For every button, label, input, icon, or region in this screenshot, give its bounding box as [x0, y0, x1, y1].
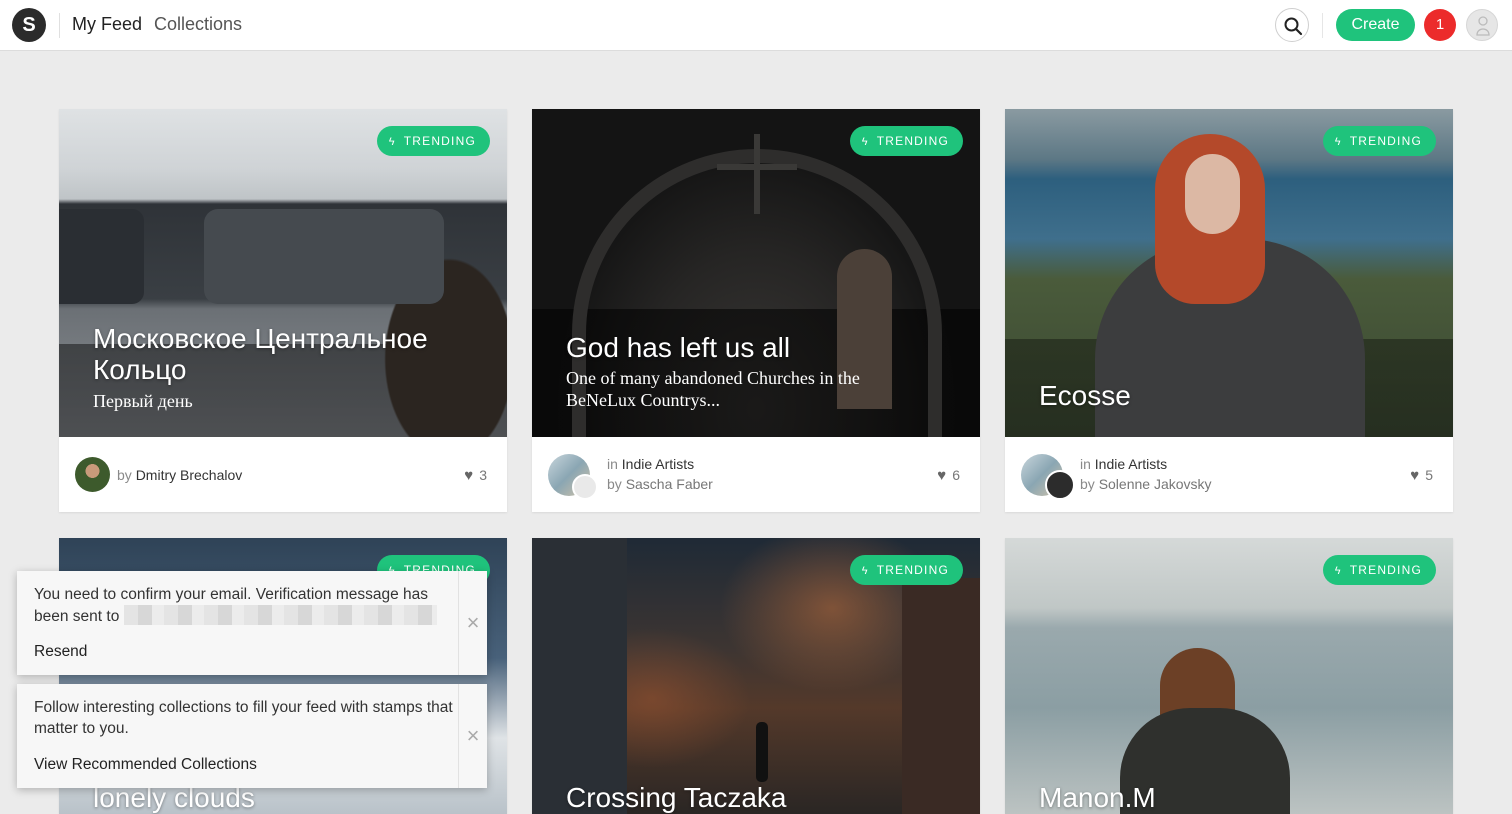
trending-label: TRENDING	[403, 134, 476, 148]
building	[902, 578, 980, 814]
like-count: 5	[1425, 467, 1433, 483]
author-avatar[interactable]	[75, 457, 110, 492]
email-confirmation-toast: You need to confirm your email. Verifica…	[17, 571, 487, 675]
card-title: Московское Центральное Кольцо	[93, 323, 428, 385]
search-button[interactable]	[1275, 8, 1309, 42]
person-face	[1185, 154, 1240, 234]
card-footer: in Indie Artists by Solenne Jakovsky ♥ 5	[1005, 437, 1453, 512]
trending-label: TRENDING	[1349, 134, 1422, 148]
building	[532, 538, 627, 814]
user-avatar-button[interactable]	[1466, 9, 1498, 41]
trending-badge: ϟ TRENDING	[1322, 555, 1436, 585]
cross-icon	[717, 164, 797, 170]
heart-icon[interactable]: ♥	[464, 467, 473, 484]
app-logo[interactable]: S	[12, 8, 46, 42]
header-divider	[1322, 13, 1323, 38]
card-subtitle: One of many abandoned Churches in the Be…	[566, 368, 860, 410]
train-window	[59, 209, 144, 304]
card-cover-image[interactable]: ϟ TRENDING Crossing Taczaka	[532, 538, 980, 814]
card-subtitle: Первый день	[93, 391, 193, 411]
like-count: 6	[952, 467, 960, 483]
author-link[interactable]: Dmitry Brechalov	[136, 467, 243, 483]
card-footer: by Dmitry Brechalov ♥ 3	[59, 437, 507, 512]
nav-collections[interactable]: Collections	[154, 14, 242, 35]
card-title: Manon.M	[1039, 782, 1156, 813]
stamp-card[interactable]: ϟ TRENDING God has left us all One of man…	[532, 109, 980, 512]
stamp-card[interactable]: ϟ TRENDING Crossing Taczaka	[532, 538, 980, 814]
author-prefix: by	[607, 476, 622, 492]
toast-message: You need to confirm your email. Verifica…	[34, 584, 454, 627]
trending-label: TRENDING	[876, 134, 949, 148]
toast-divider	[458, 571, 459, 675]
view-recommended-collections-link[interactable]: View Recommended Collections	[34, 756, 257, 774]
author-prefix: by	[1080, 476, 1095, 492]
cross-icon	[754, 134, 760, 214]
nav-my-feed[interactable]: My Feed	[72, 14, 142, 35]
stamp-card[interactable]: ϟ TRENDING Ecosse in Indie Artists by Sol…	[1005, 109, 1453, 512]
heart-icon[interactable]: ♥	[1410, 467, 1419, 484]
close-icon[interactable]: ×	[464, 612, 482, 634]
author-prefix: by	[117, 467, 132, 483]
trending-label: TRENDING	[1349, 563, 1422, 577]
card-footer: in Indie Artists by Sascha Faber ♥ 6	[532, 437, 980, 512]
like-counter[interactable]: ♥ 6	[937, 467, 960, 484]
trending-badge: ϟ TRENDING	[849, 126, 963, 156]
card-title: God has left us all	[566, 332, 791, 363]
collection-line: in Indie Artists	[607, 456, 694, 472]
like-counter[interactable]: ♥ 5	[1410, 467, 1433, 484]
card-cover-image[interactable]: ϟ TRENDING Ecosse	[1005, 109, 1453, 437]
collection-prefix: in	[1080, 456, 1091, 472]
card-cover-image[interactable]: ϟ TRENDING Московское Центральное Кольцо …	[59, 109, 507, 437]
card-title: Ecosse	[1039, 380, 1131, 411]
stamp-card[interactable]: ϟ TRENDING Manon.M	[1005, 538, 1453, 814]
card-cover-image[interactable]: ϟ TRENDING God has left us all One of man…	[532, 109, 980, 437]
card-title: Crossing Taczaka	[566, 782, 787, 813]
trending-badge: ϟ TRENDING	[1322, 126, 1436, 156]
author-link[interactable]: Sascha Faber	[626, 476, 713, 492]
lightning-icon: ϟ	[388, 136, 396, 148]
lightning-icon: ϟ	[861, 565, 869, 577]
resend-link[interactable]: Resend	[34, 643, 87, 661]
toast-divider	[458, 684, 459, 788]
close-icon[interactable]: ×	[464, 725, 482, 747]
recommendation-toast: Follow interesting collections to fill y…	[17, 684, 487, 788]
trending-badge: ϟ TRENDING	[376, 126, 490, 156]
author-line: by Solenne Jakovsky	[1080, 476, 1212, 492]
author-avatar[interactable]	[572, 474, 598, 500]
trending-label: TRENDING	[876, 563, 949, 577]
notification-badge[interactable]: 1	[1424, 9, 1456, 41]
top-navigation-bar: S My Feed Collections Create 1	[0, 0, 1512, 51]
header-divider	[59, 13, 60, 38]
train-window	[204, 209, 444, 304]
lightning-icon: ϟ	[1334, 136, 1342, 148]
collection-link[interactable]: Indie Artists	[1095, 456, 1167, 472]
search-icon	[1284, 17, 1303, 36]
collection-line: in Indie Artists	[1080, 456, 1167, 472]
create-button[interactable]: Create	[1336, 9, 1415, 41]
walking-person	[756, 722, 768, 782]
author-line: by Dmitry Brechalov	[117, 467, 242, 483]
author-link[interactable]: Solenne Jakovsky	[1099, 476, 1212, 492]
like-count: 3	[479, 467, 487, 483]
heart-icon[interactable]: ♥	[937, 467, 946, 484]
author-avatar[interactable]	[1045, 470, 1075, 500]
lightning-icon: ϟ	[1334, 565, 1342, 577]
like-counter[interactable]: ♥ 3	[464, 467, 487, 484]
trending-badge: ϟ TRENDING	[849, 555, 963, 585]
card-cover-image[interactable]: ϟ TRENDING Manon.M	[1005, 538, 1453, 814]
collection-prefix: in	[607, 456, 618, 472]
toast-message: Follow interesting collections to fill y…	[34, 699, 453, 737]
collection-link[interactable]: Indie Artists	[622, 456, 694, 472]
redacted-email	[123, 605, 437, 625]
lightning-icon: ϟ	[861, 136, 869, 148]
author-line: by Sascha Faber	[607, 476, 713, 492]
stamp-card[interactable]: ϟ TRENDING Московское Центральное Кольцо …	[59, 109, 507, 512]
user-icon	[1476, 16, 1490, 36]
